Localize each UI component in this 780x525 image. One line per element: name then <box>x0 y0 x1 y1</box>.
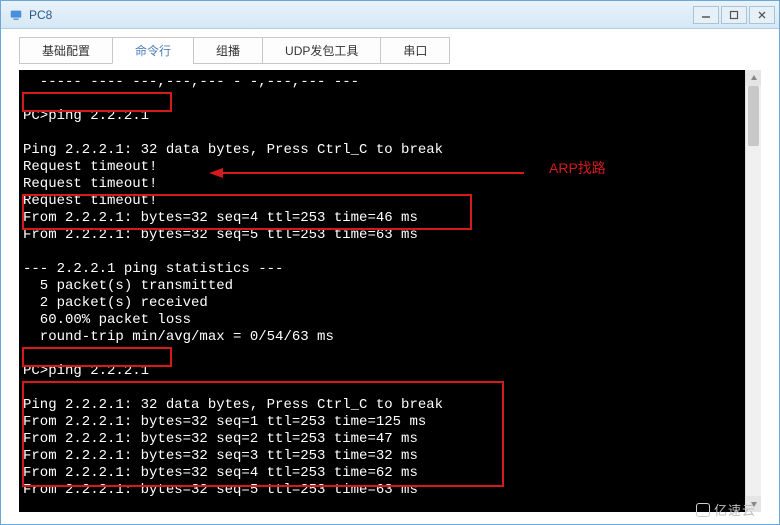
terminal-line: From 2.2.2.1: bytes=32 seq=2 ttl=253 tim… <box>23 431 418 447</box>
terminal-line: Request timeout! <box>23 176 157 192</box>
terminal-line: Request timeout! <box>23 159 157 175</box>
terminal-line: From 2.2.2.1: bytes=32 seq=4 ttl=253 tim… <box>23 465 418 481</box>
titlebar: PC8 <box>1 1 779 29</box>
terminal-cmd: ping 2.2.2.1 <box>48 108 149 124</box>
terminal-line: round-trip min/avg/max = 0/54/63 ms <box>23 329 334 345</box>
watermark-icon <box>696 503 710 517</box>
scroll-thumb[interactable] <box>748 86 759 146</box>
terminal-line: From 2.2.2.1: bytes=32 seq=4 ttl=253 tim… <box>23 210 418 226</box>
app-window: PC8 基础配置 命令行 组播 UDP发包工具 串口 ----- ---- --… <box>0 0 780 525</box>
terminal-prompt: PC> <box>23 108 48 124</box>
tab-udp-tool[interactable]: UDP发包工具 <box>262 37 381 64</box>
title-left: PC8 <box>5 8 52 22</box>
watermark: 亿速云 <box>696 500 756 519</box>
terminal-scrollbar[interactable] <box>745 70 761 512</box>
watermark-text: 亿速云 <box>714 500 756 519</box>
terminal-line: Request timeout! <box>23 193 157 209</box>
tab-multicast[interactable]: 组播 <box>193 37 263 64</box>
terminal-line: From 2.2.2.1: bytes=32 seq=1 ttl=253 tim… <box>23 414 426 430</box>
terminal-line: --- 2.2.2.1 ping statistics --- <box>23 261 283 277</box>
terminal-prompt: PC> <box>23 363 48 379</box>
terminal-cmd: ping 2.2.2.1 <box>48 363 149 379</box>
terminal-line: 5 packet(s) transmitted <box>23 278 233 294</box>
terminal-line: From 2.2.2.1: bytes=32 seq=5 ttl=253 tim… <box>23 227 418 243</box>
terminal-line: Ping 2.2.2.1: 32 data bytes, Press Ctrl_… <box>23 397 443 413</box>
tab-command-line[interactable]: 命令行 <box>112 37 194 64</box>
close-button[interactable] <box>749 6 775 24</box>
window-controls <box>693 6 775 24</box>
terminal-line: Ping 2.2.2.1: 32 data bytes, Press Ctrl_… <box>23 142 443 158</box>
minimize-button[interactable] <box>693 6 719 24</box>
tab-bar: 基础配置 命令行 组播 UDP发包工具 串口 <box>1 29 779 64</box>
terminal-line: 2 packet(s) received <box>23 295 208 311</box>
window-title: PC8 <box>29 8 52 22</box>
tab-basic-config[interactable]: 基础配置 <box>19 37 113 64</box>
tab-serial[interactable]: 串口 <box>380 37 450 64</box>
app-icon <box>9 8 23 22</box>
maximize-button[interactable] <box>721 6 747 24</box>
scroll-track[interactable] <box>746 86 761 496</box>
terminal-line: From 2.2.2.1: bytes=32 seq=5 ttl=253 tim… <box>23 482 418 498</box>
terminal-container: ----- ---- ---,---,--- - -,---,--- --- P… <box>19 70 761 512</box>
scroll-up-icon[interactable] <box>746 70 761 86</box>
terminal-line: ----- ---- ---,---,--- - -,---,--- --- <box>23 74 359 90</box>
terminal-line: From 2.2.2.1: bytes=32 seq=3 ttl=253 tim… <box>23 448 418 464</box>
terminal-output[interactable]: ----- ---- ---,---,--- - -,---,--- --- P… <box>19 70 745 512</box>
terminal-line: 60.00% packet loss <box>23 312 191 328</box>
